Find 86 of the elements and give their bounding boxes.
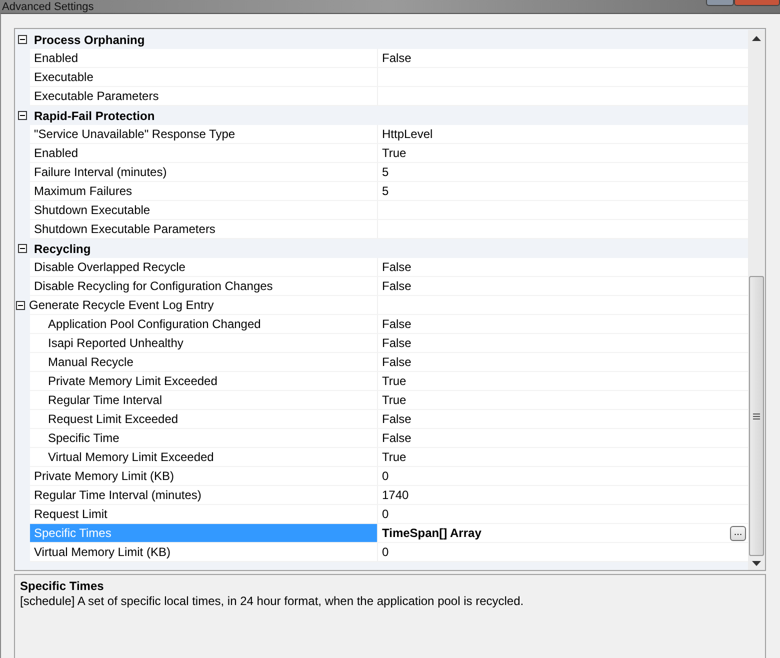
property-value[interactable]: 1740 xyxy=(382,488,409,502)
description-text: [schedule] A set of specific local times, in 24 hour format, when the application pool is recycled. xyxy=(20,594,525,608)
property-row[interactable]: Request Limit Exceeded False xyxy=(15,410,748,429)
property-row[interactable]: Private Memory Limit (KB) 0 xyxy=(15,467,748,486)
property-row[interactable]: Private Memory Limit Exceeded True xyxy=(15,372,748,391)
property-name[interactable]: Disable Overlapped Recycle xyxy=(30,258,377,276)
property-name[interactable]: Executable xyxy=(30,68,377,86)
property-name[interactable]: Failure Interval (minutes) xyxy=(30,163,377,181)
vertical-scrollbar[interactable] xyxy=(748,30,765,570)
property-value[interactable]: False xyxy=(382,51,412,65)
property-row[interactable]: Application Pool Configuration Changed False xyxy=(15,315,748,334)
property-row[interactable]: "Service Unavailable" Response Type HttpLevel xyxy=(15,125,748,144)
window-title: Advanced Settings xyxy=(1,1,94,13)
property-row[interactable]: Manual Recycle False xyxy=(15,353,748,372)
property-row[interactable]: Virtual Memory Limit (KB) 0 xyxy=(15,543,748,562)
collapse-icon[interactable] xyxy=(16,300,25,310)
property-row[interactable]: Maximum Failures 5 xyxy=(15,182,748,201)
property-name[interactable]: Maximum Failures xyxy=(30,182,377,200)
property-row[interactable]: Enabled False xyxy=(15,49,748,68)
property-value[interactable]: False xyxy=(382,336,412,350)
property-row[interactable]: Specific Time False xyxy=(15,429,748,448)
property-name[interactable]: Application Pool Configuration Changed xyxy=(44,315,377,333)
property-row[interactable]: Regular Time Interval True xyxy=(15,391,748,410)
property-name[interactable]: Regular Time Interval (minutes) xyxy=(30,486,377,504)
property-value[interactable]: True xyxy=(382,374,406,388)
property-value[interactable]: False xyxy=(382,431,412,445)
property-name[interactable]: Executable Parameters xyxy=(30,87,377,105)
property-name[interactable]: Regular Time Interval xyxy=(44,391,377,409)
scroll-down-icon[interactable] xyxy=(752,560,761,566)
property-row[interactable]: Executable Parameters xyxy=(15,87,748,106)
property-name[interactable]: Manual Recycle xyxy=(44,353,377,371)
property-value[interactable]: 5 xyxy=(382,165,389,179)
category-heading: Rapid-Fail Protection xyxy=(33,108,155,122)
property-row[interactable]: Specific Times TimeSpan[] Array ... xyxy=(15,524,748,543)
property-name[interactable]: Virtual Memory Limit Exceeded xyxy=(44,448,377,466)
ellipsis-button[interactable]: ... xyxy=(730,526,746,540)
property-name[interactable]: Request Limit xyxy=(30,505,377,523)
property-row[interactable]: Shutdown Executable xyxy=(15,201,748,220)
collapse-icon[interactable] xyxy=(18,244,27,253)
property-name[interactable]: Specific Time xyxy=(44,429,377,447)
property-value[interactable]: True xyxy=(382,450,406,464)
property-row[interactable]: Enabled True xyxy=(15,144,748,163)
property-name[interactable]: Virtual Memory Limit (KB) xyxy=(30,543,377,561)
property-value[interactable]: False xyxy=(382,260,412,274)
property-name[interactable]: Enabled xyxy=(30,144,377,162)
property-row[interactable]: Virtual Memory Limit Exceeded True xyxy=(15,448,748,467)
property-value[interactable]: 0 xyxy=(382,469,389,483)
property-value[interactable]: True xyxy=(382,393,406,407)
property-value[interactable]: 5 xyxy=(382,184,389,198)
property-name[interactable]: Isapi Reported Unhealthy xyxy=(44,334,377,352)
property-name[interactable]: Disable Recycling for Configuration Changes xyxy=(30,277,377,295)
property-value[interactable]: True xyxy=(382,146,406,160)
category-heading: Recycling xyxy=(33,242,91,256)
property-row[interactable]: Failure Interval (minutes) 5 xyxy=(15,163,748,182)
property-name[interactable]: Request Limit Exceeded xyxy=(44,410,377,428)
property-row[interactable]: Isapi Reported Unhealthy False xyxy=(15,334,748,353)
scroll-up-icon[interactable] xyxy=(752,36,761,42)
property-value[interactable]: 0 xyxy=(382,545,389,559)
property-name[interactable]: Private Memory Limit Exceeded xyxy=(44,372,377,390)
property-value[interactable]: 0 xyxy=(382,507,389,521)
property-row[interactable]: Regular Time Interval (minutes) 1740 xyxy=(15,486,748,505)
collapse-icon[interactable] xyxy=(18,35,27,44)
grip-icon xyxy=(753,412,760,420)
minimize-button[interactable] xyxy=(706,0,734,6)
property-name[interactable]: Shutdown Executable xyxy=(30,201,377,219)
property-name[interactable]: Private Memory Limit (KB) xyxy=(30,467,377,485)
property-row[interactable]: Executable xyxy=(15,68,748,87)
property-row[interactable]: Shutdown Executable Parameters xyxy=(15,220,748,239)
property-value[interactable]: False xyxy=(382,412,412,426)
scroll-thumb[interactable] xyxy=(749,276,764,556)
property-row[interactable]: Disable Recycling for Configuration Changes False xyxy=(15,277,748,296)
property-value[interactable]: False xyxy=(382,279,412,293)
property-value[interactable]: TimeSpan[] Array xyxy=(382,526,482,540)
property-value[interactable]: HttpLevel xyxy=(382,127,433,141)
description-title: Specific Times xyxy=(20,579,105,593)
property-value[interactable]: False xyxy=(382,355,412,369)
property-row[interactable]: Request Limit 0 xyxy=(15,505,748,524)
property-name[interactable]: Generate Recycle Event Log Entry xyxy=(29,296,377,314)
property-name[interactable]: "Service Unavailable" Response Type xyxy=(30,125,377,143)
property-name[interactable]: Enabled xyxy=(30,49,377,67)
property-name[interactable]: Shutdown Executable Parameters xyxy=(30,220,377,238)
category-heading: Process Orphaning xyxy=(33,32,145,46)
property-value[interactable]: False xyxy=(382,317,412,331)
collapse-icon[interactable] xyxy=(18,111,27,120)
property-row[interactable]: Generate Recycle Event Log Entry xyxy=(15,296,748,315)
property-row[interactable]: Disable Overlapped Recycle False xyxy=(15,258,748,277)
